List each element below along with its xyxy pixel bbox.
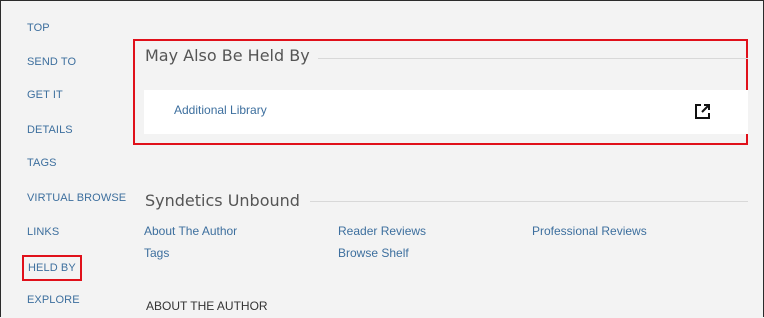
sidebar-item-tags[interactable]: TAGS: [27, 157, 57, 169]
sidebar-item-details[interactable]: DETAILS: [27, 124, 73, 136]
sidebar-item-get-it[interactable]: GET IT: [27, 89, 63, 101]
sidebar-item-links[interactable]: LINKS: [27, 226, 59, 238]
external-link-icon[interactable]: [694, 103, 711, 120]
syndetics-title: Syndetics Unbound: [145, 191, 300, 210]
sidebar-item-top[interactable]: TOP: [27, 22, 50, 34]
sidebar-item-explore[interactable]: EXPLORE: [27, 294, 80, 306]
library-card[interactable]: Additional Library: [144, 90, 748, 134]
syndetics-divider: [310, 201, 748, 202]
reader-reviews-link[interactable]: Reader Reviews: [338, 224, 426, 238]
browse-shelf-link[interactable]: Browse Shelf: [338, 246, 409, 260]
about-the-author-heading: ABOUT THE AUTHOR: [146, 299, 268, 313]
held-by-divider: [318, 58, 748, 59]
library-name-link[interactable]: Additional Library: [174, 103, 267, 117]
held-by-title: May Also Be Held By: [145, 46, 310, 65]
sidebar-item-held-by[interactable]: HELD BY: [22, 255, 82, 281]
sidebar-item-send-to[interactable]: SEND TO: [27, 56, 76, 68]
sidebar-item-virtual-browse[interactable]: VIRTUAL BROWSE: [27, 192, 126, 204]
professional-reviews-link[interactable]: Professional Reviews: [532, 224, 647, 238]
tags-link[interactable]: Tags: [144, 246, 169, 260]
about-the-author-link[interactable]: About The Author: [144, 224, 237, 238]
sidebar-nav: TOP SEND TO GET IT DETAILS TAGS VIRTUAL …: [0, 0, 130, 318]
